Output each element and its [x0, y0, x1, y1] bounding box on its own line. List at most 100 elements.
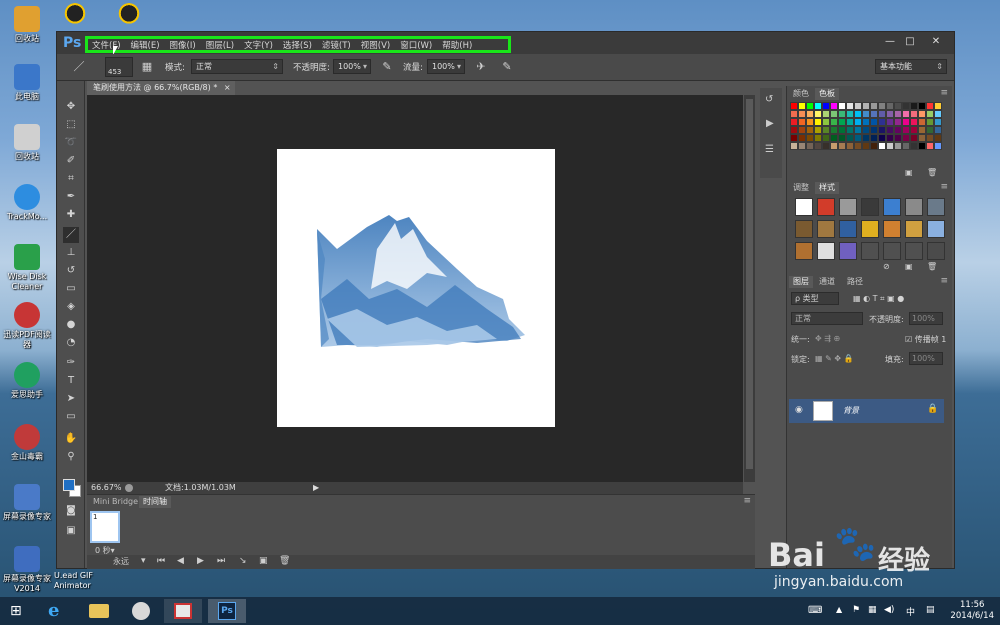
color-swatch[interactable] [830, 142, 838, 150]
new-swatch-icon[interactable]: ▣ [905, 168, 913, 177]
color-swatch[interactable] [822, 110, 830, 118]
color-swatch[interactable] [806, 110, 814, 118]
menu-filter[interactable]: 滤镜(T) [322, 39, 351, 51]
color-swatch[interactable] [870, 142, 878, 150]
style-preset[interactable] [883, 220, 901, 238]
propagate-frame-checkbox[interactable]: ☑ 传播帧 1 [905, 334, 946, 345]
color-swatch[interactable] [830, 110, 838, 118]
dodge-tool-icon[interactable]: ◔ [63, 335, 79, 351]
color-swatch[interactable] [878, 142, 886, 150]
color-swatch[interactable] [806, 102, 814, 110]
close-button[interactable]: ✕ [923, 34, 949, 49]
color-swatch[interactable] [846, 118, 854, 126]
brush-panel-toggle-icon[interactable]: ▦ [139, 59, 155, 75]
path-select-tool-icon[interactable]: ➤ [63, 391, 79, 407]
delete-style-icon[interactable]: 🗑 [927, 262, 937, 271]
color-swatch[interactable] [934, 110, 942, 118]
color-swatch[interactable] [894, 126, 902, 134]
color-swatch[interactable] [790, 102, 798, 110]
color-swatch[interactable] [926, 134, 934, 142]
menu-window[interactable]: 窗口(W) [400, 39, 432, 51]
menu-view[interactable]: 视图(V) [361, 39, 390, 51]
desktop-icon-recycle-bin[interactable]: 回收站 [0, 124, 54, 162]
color-swatch[interactable] [814, 126, 822, 134]
color-swatch[interactable] [854, 134, 862, 142]
healing-tool-icon[interactable]: ✚ [63, 207, 79, 223]
color-swatch[interactable] [854, 110, 862, 118]
tab-mini-bridge[interactable]: Mini Bridge [89, 496, 142, 508]
hand-tool-icon[interactable]: ✋ [63, 431, 79, 447]
color-swatch[interactable] [918, 118, 926, 126]
color-swatch[interactable] [838, 118, 846, 126]
color-swatch[interactable] [894, 118, 902, 126]
delete-swatch-icon[interactable]: 🗑 [927, 168, 937, 177]
layer-row-background[interactable]: ◉ 背景 🔒 [789, 399, 944, 423]
layer-filter-select[interactable]: ρ 类型 [791, 292, 839, 305]
style-preset[interactable] [839, 242, 857, 260]
lasso-tool-icon[interactable]: ➰ [63, 135, 79, 151]
zoom-tool-icon[interactable]: ⚲ [63, 449, 79, 465]
color-swatch[interactable] [910, 118, 918, 126]
color-swatch[interactable] [822, 142, 830, 150]
color-swatch[interactable] [846, 102, 854, 110]
color-swatch[interactable] [806, 118, 814, 126]
marquee-tool-icon[interactable]: ⬚ [63, 117, 79, 133]
style-preset[interactable] [861, 220, 879, 238]
color-swatch[interactable] [854, 102, 862, 110]
color-swatch[interactable] [814, 142, 822, 150]
color-swatch[interactable] [918, 142, 926, 150]
color-swatch[interactable] [830, 134, 838, 142]
zoom-level[interactable]: 66.67% [91, 482, 122, 494]
new-style-icon[interactable]: ▣ [905, 262, 913, 271]
color-swatch[interactable] [846, 110, 854, 118]
color-swatch[interactable] [926, 126, 934, 134]
start-button[interactable]: ⊞ [4, 599, 30, 623]
color-swatch[interactable] [814, 134, 822, 142]
properties-icon[interactable]: ☰ [765, 144, 774, 155]
color-swatch[interactable] [886, 118, 894, 126]
color-swatch[interactable] [838, 110, 846, 118]
color-swatch[interactable] [878, 126, 886, 134]
eraser-tool-icon[interactable]: ▭ [63, 281, 79, 297]
color-swatch[interactable] [846, 134, 854, 142]
style-preset[interactable] [795, 242, 813, 260]
type-tool-icon[interactable]: T [63, 373, 79, 389]
color-swatch[interactable] [926, 118, 934, 126]
color-swatch[interactable] [870, 134, 878, 142]
color-swatch[interactable] [894, 134, 902, 142]
ime-indicator[interactable]: 中 [906, 605, 915, 618]
taskbar-app-3[interactable] [122, 599, 160, 623]
style-preset[interactable] [817, 198, 835, 216]
taskbar-recorder[interactable] [164, 599, 202, 623]
color-swatch[interactable] [790, 134, 798, 142]
color-swatch[interactable] [830, 102, 838, 110]
layer-filter-icons[interactable]: ▦ ◐ T ⌗ ▣ ● [853, 294, 904, 304]
color-swatch[interactable] [862, 118, 870, 126]
panel-menu-icon[interactable]: ≡ [743, 496, 751, 506]
color-swatch[interactable] [894, 102, 902, 110]
color-swatch[interactable] [798, 134, 806, 142]
style-preset[interactable] [927, 242, 945, 260]
style-preset[interactable] [817, 242, 835, 260]
color-swatch[interactable] [934, 118, 942, 126]
color-swatch[interactable] [894, 110, 902, 118]
color-swatch[interactable] [838, 142, 846, 150]
color-swatch[interactable] [798, 118, 806, 126]
color-swatch[interactable] [918, 102, 926, 110]
delete-frame-icon[interactable]: 🗑 [279, 556, 290, 566]
first-frame-icon[interactable]: ⏮ [157, 556, 165, 566]
pressure-size-icon[interactable]: ✎ [499, 59, 515, 75]
color-swatch[interactable] [790, 110, 798, 118]
tab-adjustments[interactable]: 调整 [789, 182, 813, 194]
next-frame-icon[interactable]: ⏭ [217, 556, 225, 566]
style-preset[interactable] [927, 198, 945, 216]
color-swatch[interactable] [934, 142, 942, 150]
color-swatch[interactable] [870, 110, 878, 118]
color-swatch[interactable] [926, 142, 934, 150]
document-tab[interactable]: 笔刷使用方法 @ 66.7%(RGB/8) * × [87, 81, 235, 95]
volume-icon[interactable]: ◀) [884, 605, 894, 615]
brush-tool-icon[interactable]: ／ [63, 227, 79, 243]
style-preset[interactable] [795, 220, 813, 238]
style-preset[interactable] [927, 220, 945, 238]
color-swatch[interactable] [862, 126, 870, 134]
